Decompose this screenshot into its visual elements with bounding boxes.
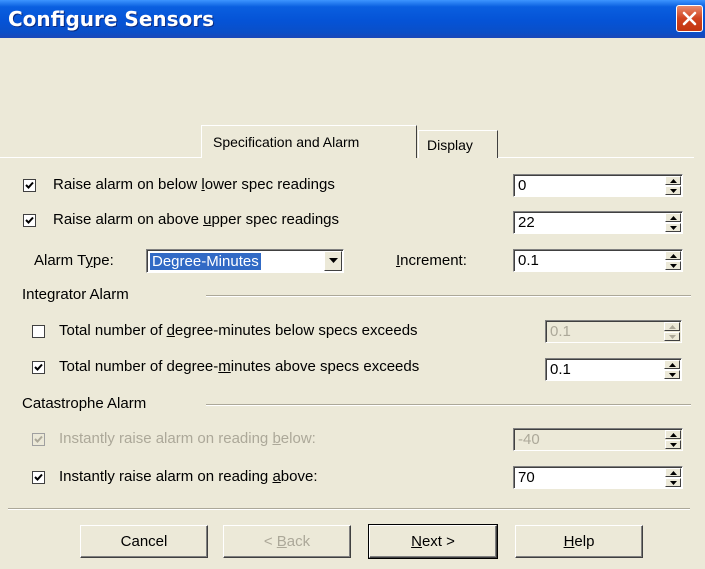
spinner[interactable] xyxy=(664,360,680,379)
catastrophe-above-label: Instantly raise alarm on reading above: xyxy=(59,468,318,485)
tab-label: Display xyxy=(427,137,473,153)
spin-up-button[interactable] xyxy=(665,176,681,185)
back-button[interactable]: < Back xyxy=(223,525,351,558)
arrow-up-icon xyxy=(670,433,677,437)
spin-up-button[interactable] xyxy=(665,430,681,439)
spin-up-button[interactable] xyxy=(664,360,680,369)
catastrophe-alarm-heading: Catastrophe Alarm xyxy=(22,395,147,412)
arrow-down-icon xyxy=(670,226,677,230)
arrow-up-icon xyxy=(670,179,677,183)
cancel-button[interactable]: Cancel xyxy=(80,525,208,558)
spin-down-button[interactable] xyxy=(665,478,681,487)
increment-value: 0.1 xyxy=(518,252,539,269)
footer-divider xyxy=(8,508,690,510)
integrator-above-input[interactable]: 0.1 xyxy=(545,358,682,381)
tab-label: Specification and Alarm xyxy=(213,134,360,150)
integrator-below-value: 0.1 xyxy=(550,323,571,340)
window-title: Configure Sensors xyxy=(8,7,215,31)
upper-spec-label: Raise alarm on above upper spec readings xyxy=(53,211,340,228)
upper-spec-checkbox[interactable] xyxy=(23,214,36,227)
help-button[interactable]: Help xyxy=(515,525,643,558)
upper-spec-input[interactable]: 22 xyxy=(513,211,683,234)
help-label: Help xyxy=(563,533,595,550)
tab-specification-and-alarm[interactable]: Specification and Alarm xyxy=(201,125,417,158)
arrow-down-icon xyxy=(670,443,677,447)
catastrophe-below-checkbox[interactable] xyxy=(32,433,45,446)
checkmark-icon xyxy=(34,473,43,481)
spin-up-button[interactable] xyxy=(664,322,680,331)
catastrophe-below-value: -40 xyxy=(518,431,540,448)
spinner[interactable] xyxy=(665,468,681,487)
catastrophe-above-value: 70 xyxy=(518,469,535,486)
back-label: < Back xyxy=(263,533,311,550)
arrow-down-icon xyxy=(669,335,676,339)
lower-spec-value: 0 xyxy=(518,177,527,194)
spin-down-button[interactable] xyxy=(664,332,680,341)
integrator-below-checkbox[interactable] xyxy=(32,325,45,338)
integrator-below-input[interactable]: 0.1 xyxy=(545,320,682,343)
catastrophe-above-input[interactable]: 70 xyxy=(513,466,683,489)
lower-spec-label: Raise alarm on below lower spec readings xyxy=(53,176,335,193)
lower-spec-input[interactable]: 0 xyxy=(513,174,683,197)
tab-strip-line xyxy=(0,157,201,158)
arrow-down-icon xyxy=(670,481,677,485)
increment-input[interactable]: 0.1 xyxy=(513,249,683,272)
title-bar: Configure Sensors xyxy=(0,0,705,38)
spin-up-button[interactable] xyxy=(665,468,681,477)
upper-spec-value: 22 xyxy=(518,214,535,231)
tab-display[interactable]: Display xyxy=(418,130,498,158)
catastrophe-below-input[interactable]: -40 xyxy=(513,428,683,451)
arrow-up-icon xyxy=(669,363,676,367)
tab-strip-line xyxy=(498,157,694,158)
arrow-up-icon xyxy=(670,216,677,220)
close-icon xyxy=(682,11,697,26)
spinner[interactable] xyxy=(665,251,681,270)
spin-down-button[interactable] xyxy=(665,440,681,449)
checkmark-icon xyxy=(34,363,43,371)
next-button[interactable]: Next > xyxy=(368,524,498,559)
spin-down-button[interactable] xyxy=(664,370,680,379)
arrow-down-icon xyxy=(670,264,677,268)
divider xyxy=(206,295,691,297)
spinner[interactable] xyxy=(665,213,681,232)
arrow-up-icon xyxy=(670,471,677,475)
alarm-type-value: Degree-Minutes xyxy=(149,252,262,271)
alarm-type-label: Alarm Type: xyxy=(34,252,114,269)
chevron-down-icon xyxy=(329,258,338,263)
checkmark-icon xyxy=(25,181,34,189)
integrator-above-label: Total number of degree-minutes above spe… xyxy=(59,358,420,375)
close-button[interactable] xyxy=(676,5,703,32)
spin-down-button[interactable] xyxy=(665,261,681,270)
arrow-down-icon xyxy=(669,373,676,377)
checkmark-icon xyxy=(34,435,43,443)
arrow-up-icon xyxy=(669,325,676,329)
spin-down-button[interactable] xyxy=(665,186,681,195)
spinner[interactable] xyxy=(665,430,681,449)
dropdown-button[interactable] xyxy=(324,251,342,271)
arrow-down-icon xyxy=(670,189,677,193)
catastrophe-below-label: Instantly raise alarm on reading below: xyxy=(59,430,316,447)
integrator-below-label: Total number of degree-minutes below spe… xyxy=(59,322,418,339)
spin-up-button[interactable] xyxy=(665,251,681,260)
cancel-label: Cancel xyxy=(120,533,168,550)
spinner[interactable] xyxy=(664,322,680,341)
increment-label: Increment: xyxy=(396,252,467,269)
spinner[interactable] xyxy=(665,176,681,195)
integrator-above-checkbox[interactable] xyxy=(32,361,45,374)
divider xyxy=(206,404,691,406)
lower-spec-checkbox[interactable] xyxy=(23,179,36,192)
catastrophe-above-checkbox[interactable] xyxy=(32,471,45,484)
checkmark-icon xyxy=(25,216,34,224)
arrow-up-icon xyxy=(670,254,677,258)
alarm-type-select[interactable]: Degree-Minutes xyxy=(146,249,344,273)
spin-up-button[interactable] xyxy=(665,213,681,222)
integrator-above-value: 0.1 xyxy=(550,361,571,378)
spin-down-button[interactable] xyxy=(665,223,681,232)
next-label: Next > xyxy=(411,533,455,550)
integrator-alarm-heading: Integrator Alarm xyxy=(22,286,129,303)
